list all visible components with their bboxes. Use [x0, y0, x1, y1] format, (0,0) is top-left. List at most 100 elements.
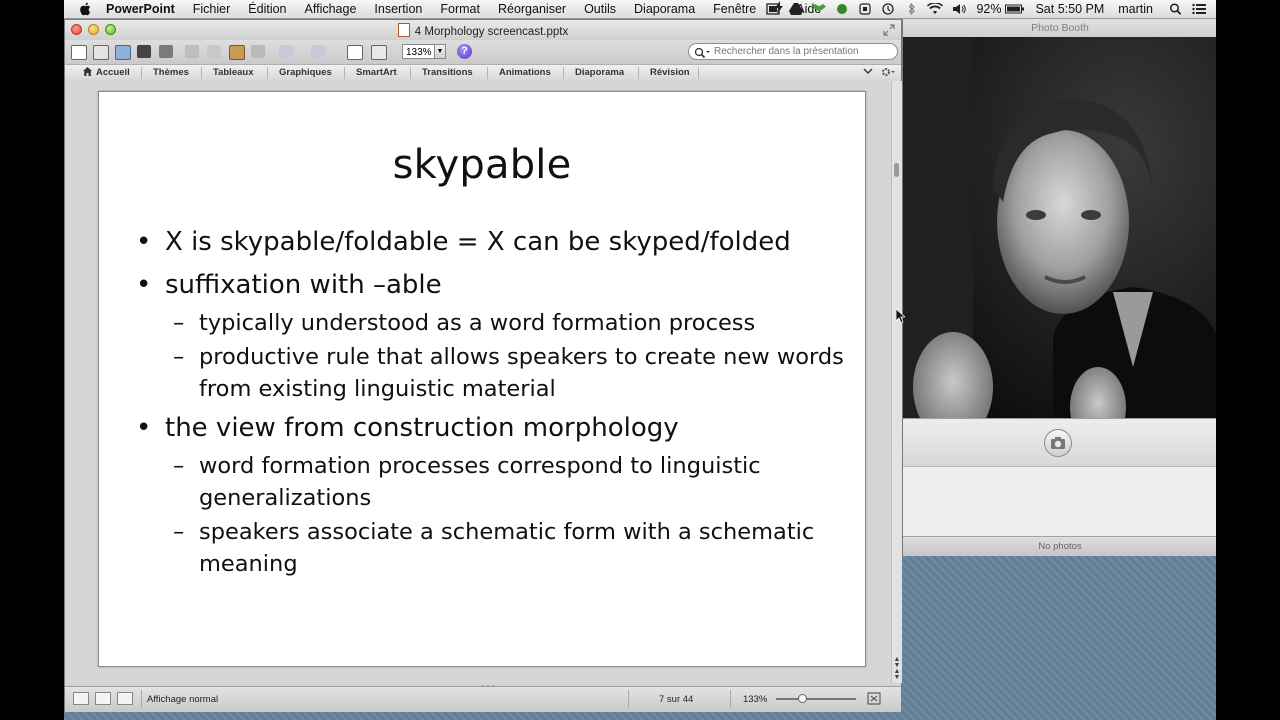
window-title: 4 Morphology screencast.pptx: [65, 23, 901, 38]
slide-position: 7 sur 44: [659, 694, 694, 705]
sync-icon[interactable]: [858, 3, 872, 15]
ribbon-separator: [141, 67, 142, 79]
tab-animations[interactable]: Animations: [499, 67, 551, 78]
ribbon-separator: [201, 67, 202, 79]
bullet-item: suffixation with –able: [136, 269, 856, 301]
search-field[interactable]: [688, 43, 898, 60]
battery-icon[interactable]: [1005, 3, 1025, 15]
undo-icon[interactable]: [277, 43, 295, 60]
fit-to-window-icon[interactable]: [867, 692, 881, 705]
notes-pane-splitter-icon[interactable]: [479, 676, 497, 687]
menu-outils[interactable]: Outils: [584, 2, 616, 16]
webcam-preview: [903, 37, 1216, 418]
templates-icon[interactable]: [91, 43, 109, 60]
dropbox-icon[interactable]: [812, 3, 827, 15]
tab-smartart[interactable]: SmartArt: [356, 67, 397, 78]
bluetooth-icon[interactable]: [904, 2, 918, 16]
paste-icon[interactable]: [227, 43, 245, 60]
zoom-slider[interactable]: [776, 694, 856, 703]
new-slide-icon[interactable]: [345, 43, 363, 60]
sub-bullet-item: word formation processes correspond to l…: [136, 450, 856, 514]
status-divider: [141, 690, 142, 708]
slide-title[interactable]: skypable: [99, 142, 865, 188]
ribbon-separator: [267, 67, 268, 79]
zoom-slider-knob[interactable]: [798, 694, 807, 703]
menu-fichier[interactable]: Fichier: [193, 2, 231, 16]
ribbon-separator: [344, 67, 345, 79]
battery-percent: 92%: [976, 2, 1002, 16]
zoom-dropdown-arrow-icon[interactable]: ▼: [434, 44, 446, 59]
fullscreen-icon[interactable]: [883, 24, 895, 36]
copy-icon[interactable]: [205, 43, 223, 60]
photo-tray: [903, 466, 1216, 537]
tab-transitions[interactable]: Transitions: [422, 67, 473, 78]
evernote-icon[interactable]: [835, 3, 849, 15]
apple-menu-icon[interactable]: [78, 2, 92, 16]
slide-editor: skypable X is skypable/foldable = X can …: [65, 81, 902, 683]
search-icon[interactable]: [694, 46, 710, 59]
normal-view-icon[interactable]: [73, 692, 89, 705]
mouse-cursor-icon: [895, 308, 907, 324]
bullet-item: the view from construction morphology: [136, 412, 856, 444]
ribbon-tabs: Accueil Thèmes Tableaux Graphiques Smart…: [65, 64, 901, 82]
time-machine-icon[interactable]: [881, 3, 895, 15]
menubar-user[interactable]: martin: [1118, 2, 1153, 16]
volume-icon[interactable]: [952, 3, 967, 15]
menu-edition[interactable]: Édition: [248, 2, 286, 16]
menu-fenetre[interactable]: Fenêtre: [713, 2, 756, 16]
tab-accueil[interactable]: Accueil: [83, 67, 130, 78]
tab-graphiques[interactable]: Graphiques: [279, 67, 332, 78]
menubar-clock[interactable]: Sat 5:50 PM: [1035, 2, 1104, 16]
redo-icon[interactable]: [309, 43, 327, 60]
slide-sorter-view-icon[interactable]: [95, 692, 111, 705]
slide-body[interactable]: X is skypable/foldable = X can be skyped…: [136, 226, 856, 587]
notification-center-icon[interactable]: [1192, 3, 1206, 15]
scroll-arrows-icon[interactable]: ▲ ▼ ▲ ▼: [892, 656, 902, 681]
help-icon[interactable]: ?: [457, 44, 472, 59]
tab-accueil-label: Accueil: [96, 67, 130, 78]
take-photo-camera-icon[interactable]: [1044, 429, 1072, 457]
status-divider: [628, 690, 629, 708]
tab-tableaux[interactable]: Tableaux: [213, 67, 253, 78]
cut-icon[interactable]: [183, 43, 201, 60]
view-mode-label: Affichage normal: [147, 694, 219, 705]
status-bar: Affichage normal 7 sur 44 133%: [65, 686, 901, 712]
menu-app-powerpoint[interactable]: PowerPoint: [106, 2, 175, 16]
spotlight-search-icon[interactable]: [1169, 3, 1183, 15]
menu-format[interactable]: Format: [440, 2, 480, 16]
open-icon[interactable]: [113, 43, 131, 60]
standard-toolbar: 133% ▼ ?: [65, 40, 901, 64]
powerpoint-titlebar[interactable]: 4 Morphology screencast.pptx: [65, 20, 901, 40]
ribbon-separator: [487, 67, 488, 79]
search-input[interactable]: [714, 44, 889, 59]
menu-affichage[interactable]: Affichage: [305, 2, 357, 16]
menu-insertion[interactable]: Insertion: [374, 2, 422, 16]
print-icon[interactable]: [157, 43, 175, 60]
tab-revision[interactable]: Révision: [650, 67, 690, 78]
tab-diaporama[interactable]: Diaporama: [575, 67, 624, 78]
new-presentation-icon[interactable]: [69, 43, 87, 60]
slideshow-view-icon[interactable]: [117, 692, 133, 705]
save-icon[interactable]: [135, 43, 153, 60]
menubar-status-area: 92% Sat 5:50 PM martin: [757, 0, 1216, 18]
photo-booth-window: Photo Booth No photos: [902, 19, 1216, 556]
vertical-scrollbar[interactable]: ▲ ▼ ▲ ▼: [891, 81, 902, 683]
google-drive-icon[interactable]: [789, 3, 804, 15]
webcam-person-image: [903, 37, 1216, 418]
format-painter-icon[interactable]: [249, 43, 267, 60]
ribbon-settings-gear-icon[interactable]: [881, 67, 895, 80]
tab-themes[interactable]: Thèmes: [153, 67, 189, 78]
ribbon-collapse-chevron-icon[interactable]: [863, 67, 873, 78]
wifi-icon[interactable]: [927, 2, 944, 15]
ribbon-separator: [563, 67, 564, 79]
menu-reorganiser[interactable]: Réorganiser: [498, 2, 566, 16]
slide-canvas[interactable]: skypable X is skypable/foldable = X can …: [98, 91, 866, 667]
ribbon-separator: [698, 67, 699, 79]
photo-booth-title[interactable]: Photo Booth: [903, 19, 1216, 37]
menu-diaporama[interactable]: Diaporama: [634, 2, 695, 16]
status-zoom-value: 133%: [743, 694, 768, 705]
scrollbar-thumb[interactable]: [894, 163, 899, 177]
slide-layout-icon[interactable]: [369, 43, 387, 60]
window-title-text: 4 Morphology screencast.pptx: [414, 26, 569, 38]
screen-mirror-icon[interactable]: [766, 3, 781, 15]
